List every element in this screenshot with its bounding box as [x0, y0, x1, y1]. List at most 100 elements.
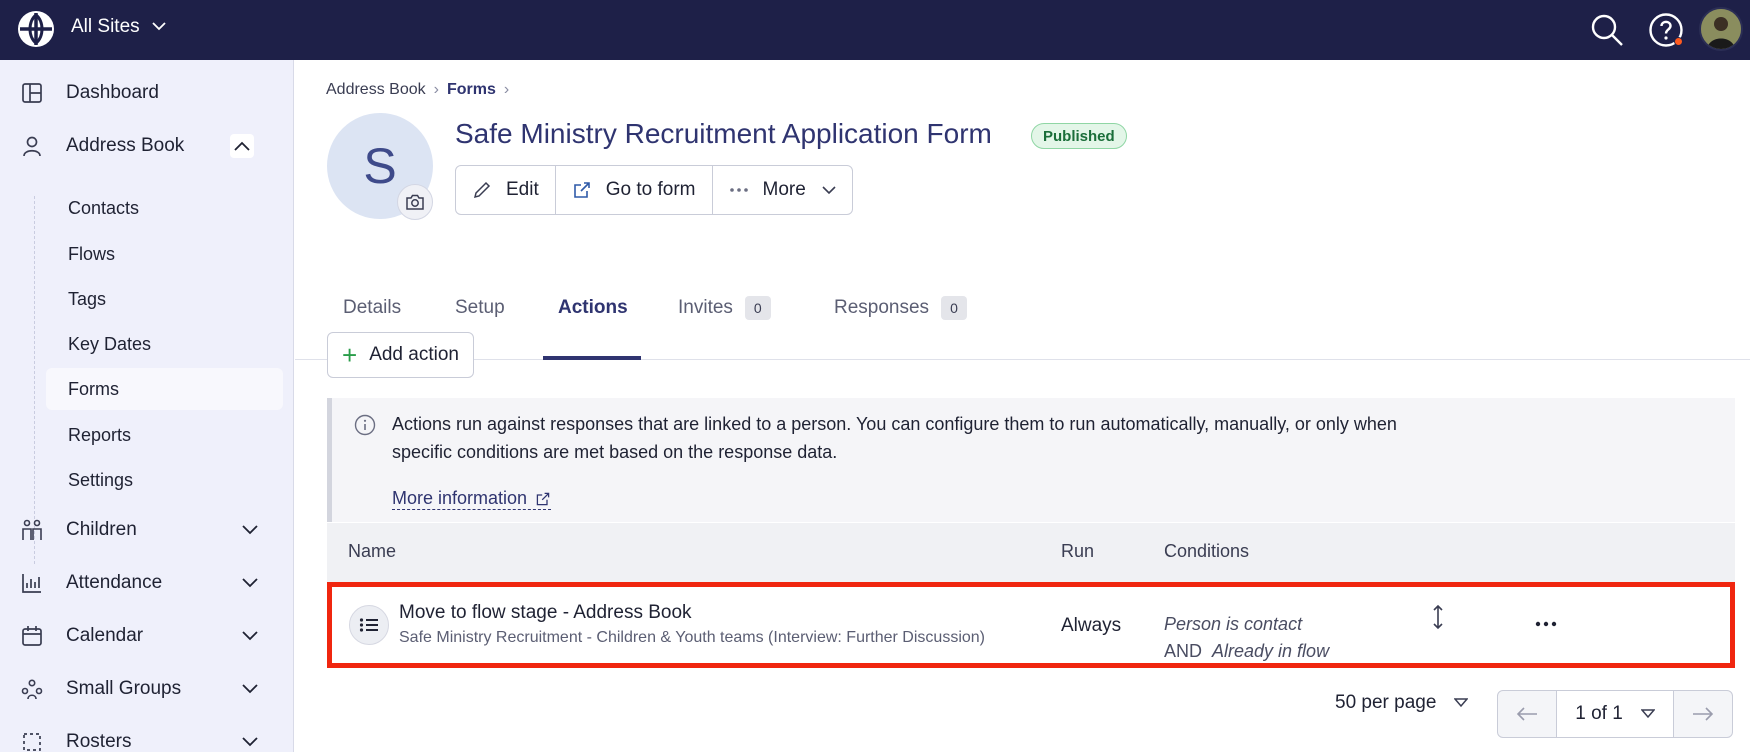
chevron-right-icon: › — [503, 81, 510, 98]
form-avatar-letter: S — [363, 138, 397, 194]
sidebar-item-label: Small Groups — [66, 678, 182, 699]
per-page-label: 50 per page — [1335, 692, 1437, 713]
info-callout: Actions run against responses that are l… — [327, 398, 1735, 522]
collapse-button[interactable] — [230, 134, 254, 158]
arrow-left-icon — [1516, 707, 1537, 721]
tab-label: Actions — [558, 297, 628, 318]
tab-label: Setup — [455, 297, 505, 318]
sidebar-item-children[interactable]: Children — [0, 508, 294, 552]
sidebar-item-rosters[interactable]: Rosters — [0, 720, 294, 752]
condition-2: Already in flow — [1212, 641, 1330, 661]
page-select[interactable]: 1 of 1 — [1556, 691, 1674, 737]
info-icon — [354, 414, 376, 436]
tab-actions[interactable]: Actions — [558, 288, 628, 328]
column-header-run[interactable]: Run — [1061, 541, 1094, 562]
sidebar: Dashboard Address Book Contacts Flows Ta… — [0, 60, 294, 752]
pagination: 1 of 1 — [1497, 690, 1733, 738]
sidebar-subitem-contacts[interactable]: Contacts — [46, 187, 283, 229]
active-tab-indicator — [543, 356, 641, 360]
user-avatar[interactable] — [1699, 7, 1743, 51]
page-title: Safe Ministry Recruitment Application Fo… — [455, 118, 992, 149]
sidebar-item-label: Rosters — [66, 731, 132, 752]
tab-label: Invites — [678, 297, 733, 318]
sidebar-subitem-tags[interactable]: Tags — [46, 278, 283, 320]
more-information-link[interactable]: More information — [392, 488, 552, 510]
pencil-icon — [473, 181, 491, 199]
breadcrumb-root[interactable]: Address Book — [326, 81, 426, 99]
breadcrumb: Address Book › Forms › — [326, 81, 517, 99]
avatar-image — [1701, 9, 1741, 49]
go-to-form-label: Go to form — [605, 179, 696, 200]
dashboard-icon — [22, 83, 42, 103]
edit-button[interactable]: Edit — [456, 166, 556, 214]
sidebar-item-label: Address Book — [66, 135, 185, 156]
breadcrumb-current[interactable]: Forms — [447, 81, 496, 99]
site-switcher-label: All Sites — [71, 16, 140, 37]
tab-details[interactable]: Details — [343, 288, 401, 328]
prev-page-button[interactable] — [1498, 691, 1556, 737]
more-menu-button[interactable]: More — [713, 166, 852, 214]
expand-button[interactable] — [238, 730, 262, 752]
external-link-icon — [573, 182, 590, 198]
ellipsis-icon — [729, 188, 748, 192]
chevron-down-icon — [242, 578, 258, 588]
help-button[interactable] — [1646, 10, 1686, 50]
sidebar-subitem-reports[interactable]: Reports — [46, 414, 283, 456]
sidebar-item-dashboard[interactable]: Dashboard — [0, 71, 294, 115]
count-badge: 0 — [941, 296, 967, 320]
tab-invites[interactable]: Invites 0 — [678, 288, 771, 328]
tab-responses[interactable]: Responses 0 — [834, 288, 967, 328]
condition-1: Person is contact — [1164, 614, 1303, 634]
plus-icon: + — [342, 340, 358, 370]
expand-button[interactable] — [238, 571, 262, 595]
sidebar-subitem-settings[interactable]: Settings — [46, 459, 283, 501]
edit-button-label: Edit — [506, 179, 539, 200]
calendar-icon — [22, 626, 42, 646]
sidebar-item-label: Attendance — [66, 572, 163, 593]
sidebar-item-calendar[interactable]: Calendar — [0, 614, 294, 658]
next-page-button[interactable] — [1674, 691, 1732, 737]
sidebar-item-label: Children — [66, 519, 137, 540]
go-to-form-button[interactable]: Go to form — [556, 166, 713, 214]
sidebar-item-small-groups[interactable]: Small Groups — [0, 667, 294, 711]
change-photo-button[interactable] — [397, 184, 433, 220]
table-row[interactable]: Move to flow stage - Address Book Safe M… — [327, 582, 1735, 668]
caret-down-icon — [1454, 698, 1469, 708]
column-header-conditions[interactable]: Conditions — [1164, 541, 1249, 562]
chevron-right-icon: › — [433, 81, 439, 98]
table-header: Name Run Conditions — [327, 523, 1735, 582]
expand-button[interactable] — [238, 624, 262, 648]
sidebar-item-address-book[interactable]: Address Book — [0, 124, 294, 168]
children-icon — [22, 519, 42, 540]
action-title: Move to flow stage - Address Book — [399, 602, 692, 623]
expand-button[interactable] — [238, 677, 262, 701]
search-button[interactable] — [1587, 10, 1627, 50]
chevron-up-icon — [234, 141, 250, 151]
chevron-down-icon — [242, 684, 258, 694]
list-icon — [349, 605, 389, 645]
condition-2-line: AND Already in flow — [1164, 641, 1329, 662]
column-header-name[interactable]: Name — [348, 541, 396, 562]
chevron-down-icon — [822, 185, 836, 194]
ellipsis-icon — [1535, 621, 1557, 627]
reorder-handle-icon[interactable] — [1428, 603, 1448, 631]
add-action-button[interactable]: + Add action — [327, 332, 474, 378]
row-menu-button[interactable] — [1529, 607, 1563, 641]
caret-down-icon — [1640, 709, 1655, 719]
per-page-select[interactable]: 50 per page — [1335, 692, 1469, 714]
sidebar-item-attendance[interactable]: Attendance — [0, 561, 294, 605]
tab-setup[interactable]: Setup — [455, 288, 505, 328]
sidebar-subitem-flows[interactable]: Flows — [46, 233, 283, 275]
site-switcher[interactable]: All Sites — [71, 16, 166, 38]
expand-button[interactable] — [238, 518, 262, 542]
tab-label: Details — [343, 297, 402, 318]
globe-logo-icon[interactable] — [16, 9, 56, 49]
notification-dot — [1674, 37, 1683, 46]
arrow-right-icon — [1693, 707, 1714, 721]
sidebar-subitem-key-dates[interactable]: Key Dates — [46, 323, 283, 365]
chevron-down-icon — [152, 21, 166, 30]
page-indicator: 1 of 1 — [1575, 703, 1623, 724]
form-actions-toolbar: Edit Go to form More — [455, 165, 853, 215]
sidebar-subitem-forms[interactable]: Forms — [46, 368, 283, 410]
condition-operator: AND — [1164, 641, 1203, 661]
